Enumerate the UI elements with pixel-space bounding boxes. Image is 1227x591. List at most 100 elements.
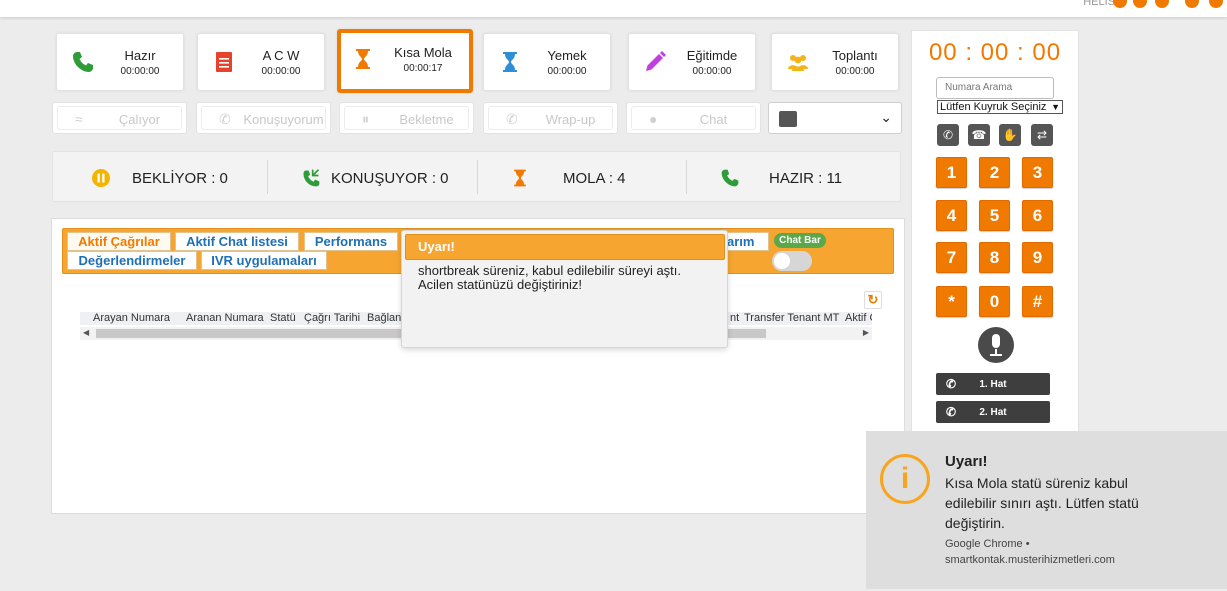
hand-icon[interactable]: ✋ <box>999 124 1021 146</box>
call-button-label: Chat <box>699 112 728 127</box>
status-card-meal[interactable]: Yemek 00:00:00 <box>483 33 611 91</box>
info-icon: i <box>880 454 930 504</box>
status-card-ready[interactable]: Hazır 00:00:00 <box>56 33 184 91</box>
swap-icon[interactable]: ⇄ <box>1031 124 1053 146</box>
summary-talking: KONUŞUYOR : 0 <box>268 152 478 201</box>
dial-key-7[interactable]: 7 <box>936 242 967 273</box>
summary-break: MOLA : 4 <box>478 152 686 201</box>
tab-ivr-apps[interactable]: IVR uygulamaları <box>201 251 327 270</box>
column-header[interactable]: Transfer Tenant MT <box>744 312 839 324</box>
tab-hidden[interactable]: arım <box>723 232 769 251</box>
scroll-left-icon[interactable]: ◀ <box>83 328 89 337</box>
user-name: HELIS <box>1083 0 1115 8</box>
chat-icon: ● <box>649 111 658 127</box>
call-button-label: Bekletme <box>399 112 454 127</box>
status-card-acw[interactable]: A C W 00:00:00 <box>197 33 325 91</box>
chat-bar-toggle[interactable] <box>772 251 812 271</box>
status-card-short-break[interactable]: Kısa Mola 00:00:17 <box>337 29 473 93</box>
column-header[interactable]: Çağrı Tarihi <box>304 312 360 324</box>
call-timer: 00 : 00 : 00 <box>928 39 1062 66</box>
notification-source: Google Chrome • <box>945 538 1030 550</box>
queue-select-value: Lütfen Kuyruk Seçiniz <box>940 101 1047 113</box>
wrap-up-button[interactable]: ✆ Wrap-up <box>483 102 618 134</box>
queue-select[interactable]: Lütfen Kuyruk Seçiniz ▼ <box>937 100 1063 114</box>
ringing-button[interactable]: ≈ Çalıyor <box>52 102 187 134</box>
column-header[interactable]: Arayan Numara <box>93 312 170 324</box>
pause-icon <box>92 169 110 187</box>
top-bar: HELIS <box>0 0 1227 17</box>
status-label: Kısa Mola <box>394 45 452 60</box>
summary-bar: BEKLİYOR : 0 KONUŞUYOR : 0 MOLA : 4 HAZI… <box>52 151 901 202</box>
status-label: Yemek <box>547 48 587 63</box>
tab-performance[interactable]: Performans <box>304 232 398 251</box>
folder-download-icon <box>779 111 797 127</box>
microphone-icon[interactable] <box>978 327 1014 363</box>
scroll-right-icon[interactable]: ▶ <box>863 328 869 337</box>
chat-button[interactable]: ● Chat <box>626 102 761 134</box>
user-icon[interactable] <box>1185 0 1199 8</box>
dial-key-6[interactable]: 6 <box>1022 200 1053 231</box>
warning-modal: Uyarı! shortbreak süreniz, kabul edilebi… <box>401 230 728 348</box>
pause-icon[interactable] <box>1113 0 1127 8</box>
summary-break-text: MOLA : 4 <box>563 170 626 187</box>
phone-incoming-icon: ✆ <box>219 111 231 127</box>
chat-icon[interactable] <box>1155 0 1169 8</box>
chevron-down-icon: ▼ <box>1051 102 1060 112</box>
modal-body: shortbreak süreniz, kabul edilebilir sür… <box>418 264 718 292</box>
power-icon[interactable] <box>1209 0 1223 8</box>
call-button-label: Konuşuyorum <box>243 112 324 127</box>
hold-button[interactable]: ⏸ Bekletme <box>339 102 474 134</box>
dial-key-9[interactable]: 9 <box>1022 242 1053 273</box>
status-label: Toplantı <box>832 48 878 63</box>
summary-talking-text: KONUŞUYOR : 0 <box>331 170 449 187</box>
hourglass-icon <box>356 49 370 69</box>
tab-active-chat-list[interactable]: Aktif Chat listesi <box>175 232 299 251</box>
chrome-notification[interactable]: i Uyarı! Kısa Mola statü süreniz kabul e… <box>866 431 1227 589</box>
status-card-meeting[interactable]: Toplantı 00:00:00 <box>771 33 899 91</box>
dial-key-4[interactable]: 4 <box>936 200 967 231</box>
dial-key-5[interactable]: 5 <box>979 200 1010 231</box>
talking-button[interactable]: ✆ Konuşuyorum <box>196 102 331 134</box>
status-time: 00:00:00 <box>120 66 160 77</box>
status-time: 00:00:17 <box>403 63 443 74</box>
chat-bar-badge: Chat Bar <box>774 233 826 248</box>
status-time: 00:00:00 <box>547 66 587 77</box>
dial-key-2[interactable]: 2 <box>979 157 1010 188</box>
column-header[interactable]: nt <box>730 312 739 324</box>
call-transfer-icon[interactable]: ✆ <box>937 124 959 146</box>
modal-line: shortbreak süreniz, kabul edilebilir sür… <box>418 263 682 278</box>
number-search-input[interactable]: Numara Arama <box>936 77 1054 99</box>
dial-key-hash[interactable]: # <box>1022 286 1053 317</box>
line-2-button[interactable]: ✆ 2. Hat <box>936 401 1050 423</box>
dial-key-star[interactable]: * <box>936 286 967 317</box>
dial-key-8[interactable]: 8 <box>979 242 1010 273</box>
dial-key-0[interactable]: 0 <box>979 286 1010 317</box>
status-label: Hazır <box>124 48 156 63</box>
status-time: 00:00:00 <box>261 66 301 77</box>
hangup-icon[interactable]: ☎ <box>968 124 990 146</box>
line-label: 2. Hat <box>979 407 1007 418</box>
refresh-icon[interactable]: ↻ <box>864 291 882 309</box>
modal-title: Uyarı! <box>405 234 725 260</box>
call-button-label: Wrap-up <box>545 112 596 127</box>
column-header[interactable]: Statü <box>270 312 296 324</box>
column-header[interactable]: Aranan Numara <box>186 312 264 324</box>
tab-active-calls[interactable]: Aktif Çağrılar <box>67 232 171 251</box>
notification-body: Kısa Mola statü süreniz kabul edilebilir… <box>945 475 1139 531</box>
column-header[interactable]: Aktif Ç <box>845 312 872 324</box>
pause-icon: ⏸ <box>362 111 369 127</box>
column-header[interactable]: Bağlan <box>367 312 401 324</box>
line-1-button[interactable]: ✆ 1. Hat <box>936 373 1050 395</box>
summary-waiting: BEKLİYOR : 0 <box>53 152 267 201</box>
modal-line: Acilen statünüzü değiştiriniz! <box>418 277 583 292</box>
call-button-label: Çalıyor <box>118 112 161 127</box>
tab-evaluations[interactable]: Değerlendirmeler <box>67 251 197 270</box>
folder-select[interactable]: ⌄ <box>768 102 902 134</box>
status-card-training[interactable]: Eğitimde 00:00:00 <box>628 33 756 91</box>
people-icon <box>788 55 808 71</box>
status-label: A C W <box>262 48 300 63</box>
dial-key-1[interactable]: 1 <box>936 157 967 188</box>
summary-ready: HAZIR : 11 <box>687 152 901 201</box>
alert-icon[interactable] <box>1133 0 1147 8</box>
dial-key-3[interactable]: 3 <box>1022 157 1053 188</box>
